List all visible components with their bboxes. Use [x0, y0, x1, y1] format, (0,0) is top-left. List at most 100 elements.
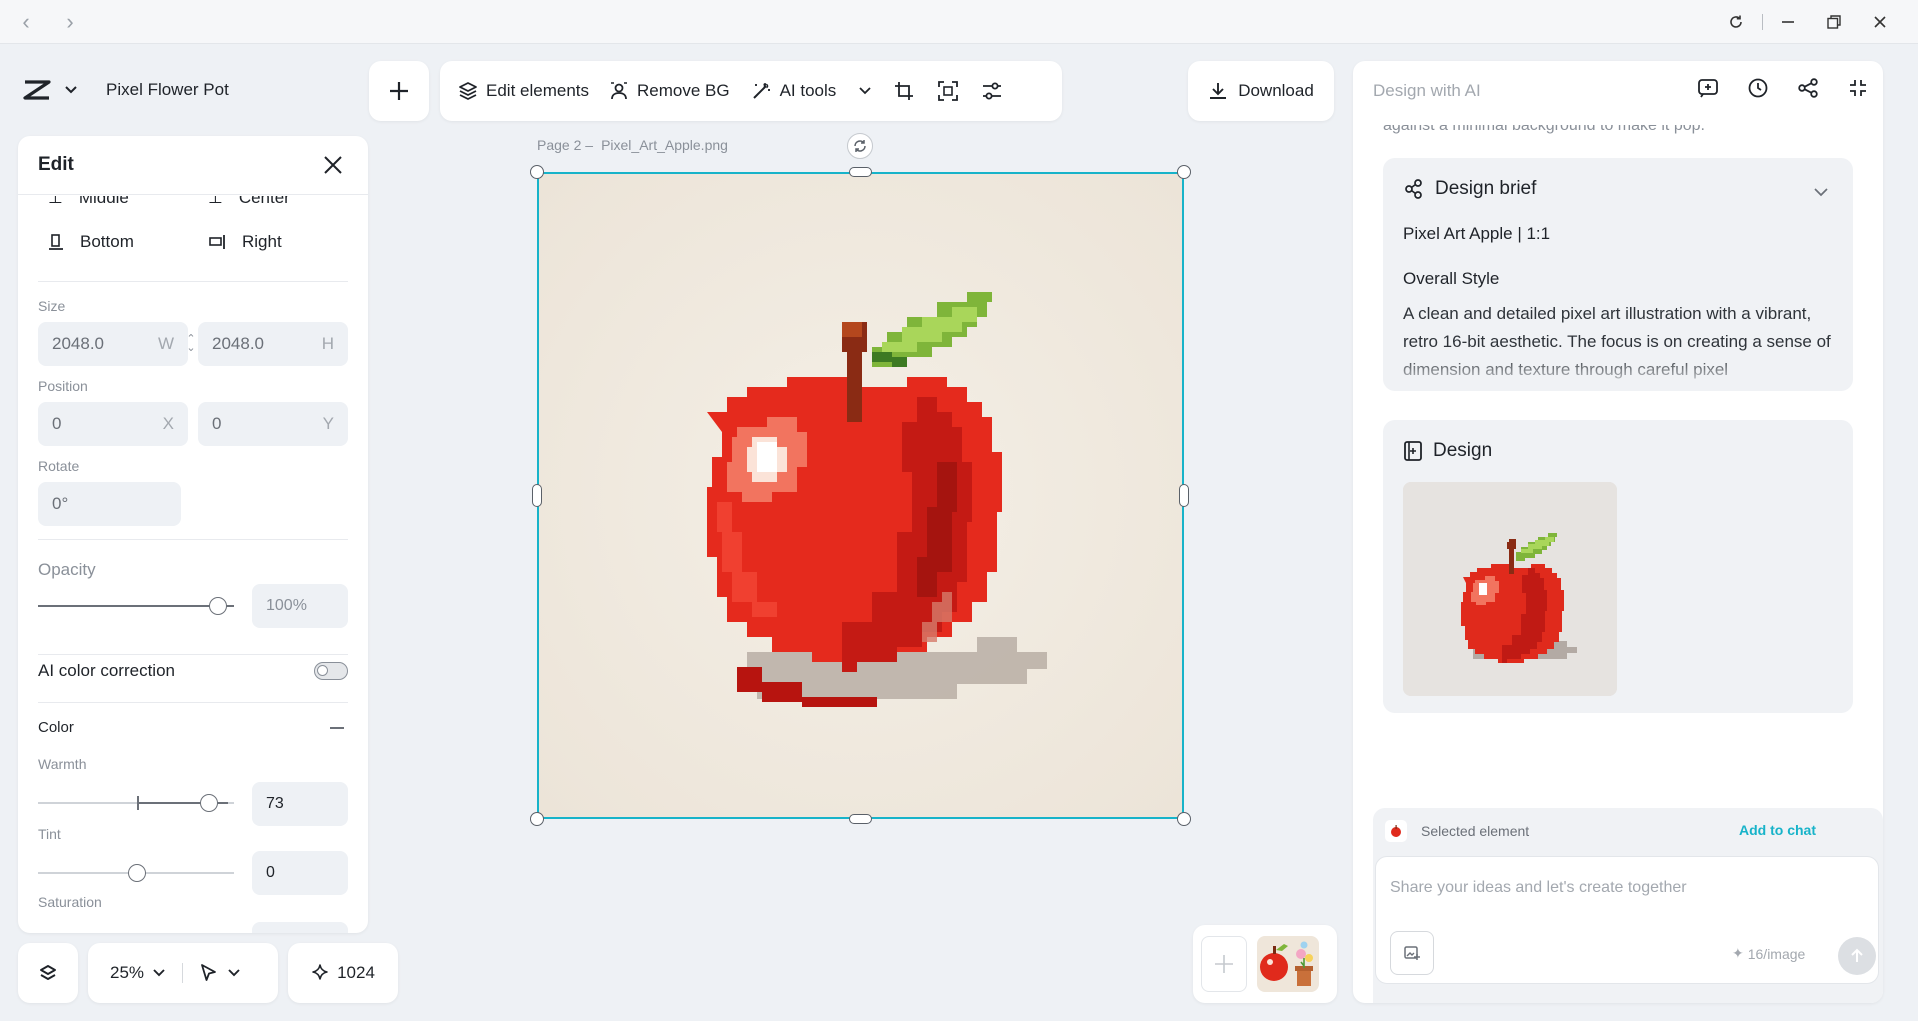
position-x-suffix: X — [162, 414, 174, 433]
chevron-down-icon[interactable] — [227, 968, 241, 978]
add-to-chat-button[interactable]: Add to chat — [1739, 822, 1816, 838]
rotate-label: Rotate — [38, 458, 80, 474]
resize-handle-bottom-left[interactable] — [530, 812, 544, 826]
selected-element-thumbnail — [1385, 820, 1407, 842]
align-center-option[interactable]: ⊥ Center — [208, 188, 290, 212]
resize-handle-top-right[interactable] — [1177, 165, 1191, 179]
brief-nodes-icon — [1403, 178, 1425, 200]
selected-element-label: Selected element — [1421, 823, 1530, 839]
share-icon[interactable] — [1797, 77, 1819, 99]
rotate-icon — [854, 140, 866, 152]
rotate-divider — [38, 539, 348, 540]
layers-icon — [458, 81, 478, 101]
rotate-handle[interactable] — [847, 133, 873, 159]
project-header: Pixel Flower Pot — [22, 70, 229, 110]
rotate-value: 0° — [52, 494, 69, 513]
ai-color-correction-toggle[interactable] — [314, 662, 348, 680]
chat-area: Selected element Add to chat Share your … — [1373, 808, 1883, 1003]
crop-button[interactable] — [882, 61, 926, 121]
chevron-down-icon[interactable] — [152, 968, 166, 978]
align-right-icon — [208, 234, 226, 250]
toggle-knob — [317, 665, 328, 676]
tint-slider-knob[interactable] — [128, 864, 146, 882]
align-right-option[interactable]: Right — [208, 232, 282, 252]
resize-handle-right[interactable] — [1179, 484, 1189, 507]
resize-handle-top-left[interactable] — [530, 165, 544, 179]
resize-handle-bottom-right[interactable] — [1177, 812, 1191, 826]
back-arrow-icon[interactable]: ‹ — [12, 8, 40, 36]
warmth-value: 73 — [266, 795, 284, 812]
zoom-value[interactable]: 25% — [110, 963, 144, 983]
layers-button[interactable] — [18, 943, 78, 1003]
rotate-input[interactable]: 0° — [38, 482, 181, 526]
warmth-label: Warmth — [38, 756, 87, 772]
page-thumbnail[interactable] — [1257, 936, 1319, 992]
collapse-panel-icon[interactable] — [1847, 77, 1869, 99]
resize-handle-left[interactable] — [532, 484, 542, 507]
design-card: Design — [1383, 420, 1853, 713]
resize-handle-top[interactable] — [849, 167, 872, 177]
correction-divider — [38, 702, 348, 703]
opacity-slider-track[interactable] — [38, 605, 234, 607]
design-brief-header[interactable]: Design brief — [1403, 178, 1536, 200]
align-center-label: Center — [238, 188, 290, 207]
adjustments-button[interactable] — [970, 61, 1014, 121]
saturation-input[interactable] — [252, 922, 348, 933]
sparkle-icon — [311, 964, 329, 982]
scan-button[interactable] — [926, 61, 970, 121]
align-bottom-option[interactable]: Bottom — [48, 232, 134, 252]
send-button[interactable] — [1838, 937, 1876, 975]
attach-image-button[interactable] — [1390, 931, 1434, 975]
design-header: Design — [1403, 440, 1492, 462]
warmth-slider-knob[interactable] — [200, 794, 218, 812]
align-bottom-label: Bottom — [80, 232, 134, 251]
ai-tools-button[interactable]: AI tools — [740, 61, 883, 121]
ai-panel-title: Design with AI — [1373, 81, 1481, 100]
zoom-control: 25% — [88, 943, 278, 1003]
width-value: 2048.0 — [52, 334, 104, 353]
app-logo-icon[interactable] — [22, 79, 52, 101]
refresh-icon[interactable] — [1718, 8, 1754, 36]
apple-thumbnail-image — [1260, 941, 1313, 986]
tint-input[interactable]: 0 — [252, 851, 348, 895]
download-button[interactable]: Download — [1188, 61, 1334, 121]
ai-color-correction-label: AI color correction — [38, 661, 175, 680]
edit-elements-button[interactable]: Edit elements — [448, 61, 599, 121]
close-window-icon[interactable] — [1862, 8, 1898, 36]
add-button[interactable] — [369, 61, 429, 121]
chat-input-box[interactable]: Share your ideas and let's create togeth… — [1375, 856, 1879, 984]
resize-handle-bottom[interactable] — [849, 814, 872, 824]
sparkle-small-icon: ✦ — [1732, 945, 1744, 961]
restore-icon[interactable] — [1816, 8, 1852, 36]
design-thumbnail[interactable] — [1403, 482, 1617, 696]
edit-panel-title: Edit — [38, 154, 74, 175]
opacity-slider-knob[interactable] — [209, 597, 227, 615]
add-page-button[interactable] — [1201, 936, 1247, 992]
history-icon[interactable] — [1747, 77, 1769, 99]
position-x-input[interactable]: 0 X — [38, 402, 188, 446]
chat-input[interactable]: Share your ideas and let's create togeth… — [1390, 879, 1687, 897]
remove-bg-button[interactable]: Remove BG — [599, 61, 740, 121]
aspect-lock-icon[interactable]: ⌃ ⌄ — [186, 334, 196, 354]
opacity-input[interactable]: 100% — [252, 584, 348, 628]
design-title: Design — [1433, 440, 1493, 461]
credits-button[interactable]: 1024 — [288, 943, 398, 1003]
position-y-input[interactable]: 0 Y — [198, 402, 348, 446]
cursor-pointer-icon[interactable] — [199, 963, 219, 983]
close-icon — [324, 156, 342, 174]
minimize-icon[interactable] — [1770, 8, 1806, 36]
warmth-input[interactable]: 73 — [252, 782, 348, 826]
brief-chevron-down-icon[interactable] — [1813, 184, 1829, 202]
collapse-minus-icon[interactable] — [330, 727, 344, 729]
file-name[interactable]: Pixel_Art_Apple.png — [601, 137, 728, 153]
project-name[interactable]: Pixel Flower Pot — [106, 80, 229, 100]
forward-arrow-icon[interactable]: › — [56, 8, 84, 36]
color-section-label: Color — [38, 719, 74, 736]
close-panel-button[interactable] — [322, 154, 344, 181]
height-input[interactable]: 2048.0 H — [198, 322, 348, 366]
position-y-value: 0 — [212, 414, 222, 433]
chevron-down-icon[interactable] — [64, 85, 78, 95]
align-middle-option[interactable]: ⊥ Middle — [48, 196, 129, 212]
new-chat-icon[interactable] — [1697, 77, 1719, 99]
width-input[interactable]: 2048.0 W — [38, 322, 188, 366]
